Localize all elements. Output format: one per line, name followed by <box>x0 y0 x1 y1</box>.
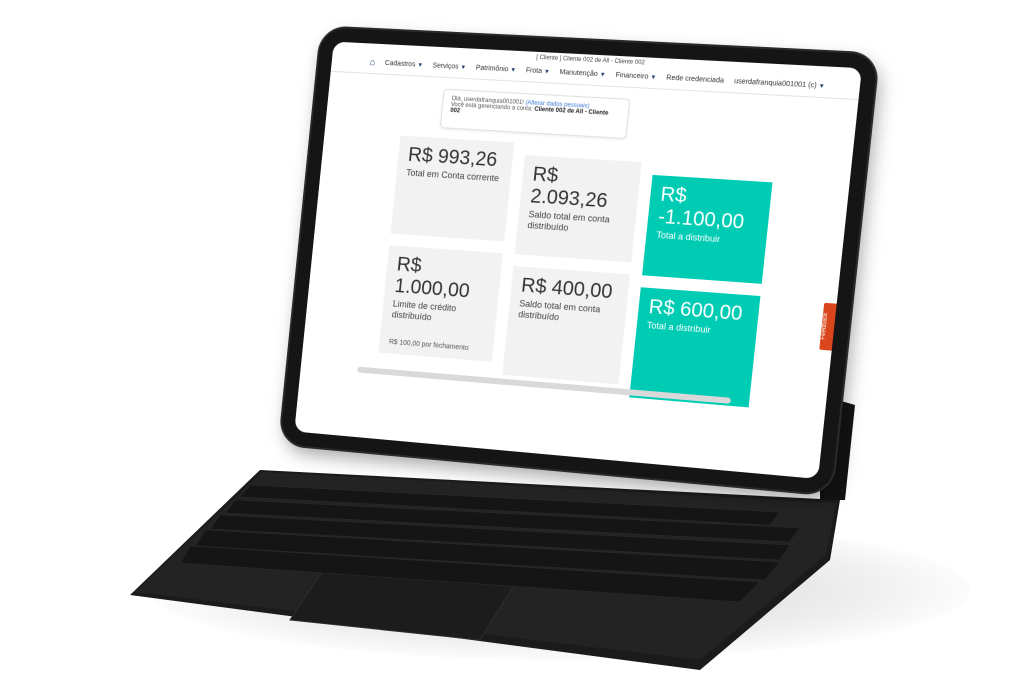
card-amount: R$ -1.100,00 <box>657 183 746 234</box>
card-amount: R$ 1.000,00 <box>393 253 471 303</box>
card-amount: R$ 993,26 <box>407 144 499 172</box>
menu-label: Patrimônio <box>475 64 509 74</box>
welcome-panel: Olá, userdafranquia001001! (Alterar dado… <box>439 88 631 139</box>
chevron-down-icon: ▼ <box>543 69 551 76</box>
chevron-down-icon: ▼ <box>509 67 517 74</box>
card-note: R$ 100,00 por fechamento <box>388 338 469 352</box>
menu-manutencao[interactable]: Manutenção▼ <box>559 69 606 78</box>
menu-frota[interactable]: Frota▼ <box>526 67 551 75</box>
chevron-down-icon: ▼ <box>599 72 606 79</box>
menu-label: Manutenção <box>559 69 599 79</box>
chevron-down-icon: ▼ <box>460 64 467 72</box>
card-saldo-distribuido-2: R$ 400,00 Saldo total em conta distribuí… <box>502 265 631 385</box>
chevron-down-icon: ▼ <box>649 74 657 82</box>
card-label: Saldo total em conta distribuído <box>527 209 611 233</box>
card-label: Limite de crédito distribuído <box>391 298 457 323</box>
menu-rede-credenciada[interactable]: Rede credenciada <box>666 75 724 85</box>
menu-financeiro[interactable]: Financeiro▼ <box>615 72 656 81</box>
user-menu[interactable]: userdafranquia001001 (c)▼ <box>734 78 826 90</box>
menu-label: Cadastros <box>384 59 416 69</box>
balance-cards: R$ 993,26 Total em Conta corrente R$ 2.0… <box>375 135 798 424</box>
card-label: Saldo total em conta distribuído <box>517 298 601 323</box>
tablet-screen: [ Cliente ] Cliente 002 de All - Cliente… <box>294 41 862 480</box>
menu-label: Frota <box>525 67 543 76</box>
menu-patrimonio[interactable]: Patrimônio▼ <box>475 65 516 74</box>
home-icon[interactable]: ⌂ <box>369 57 376 68</box>
menu-servicos[interactable]: Serviços▼ <box>432 62 466 71</box>
card-total-a-distribuir-2: R$ 600,00 Total a distribuir <box>629 287 761 408</box>
card-limite-credito: R$ 1.000,00 Limite de crédito distribuíd… <box>378 245 503 362</box>
product-mockup: [ Cliente ] Cliente 002 de All - Cliente… <box>0 0 1025 684</box>
chevron-down-icon: ▼ <box>416 62 424 69</box>
tablet: [ Cliente ] Cliente 002 de All - Cliente… <box>279 27 879 495</box>
card-amount: R$ 2.093,26 <box>529 163 609 213</box>
chevron-down-icon: ▼ <box>818 83 826 90</box>
card-conta-corrente: R$ 993,26 Total em Conta corrente <box>390 135 515 242</box>
card-total-a-distribuir: R$ -1.100,00 Total a distribuir <box>642 174 773 284</box>
menu-label: Financeiro <box>615 71 649 81</box>
menu-cadastros[interactable]: Cadastros▼ <box>385 60 424 69</box>
user-label: userdafranquia001001 (c) <box>733 78 817 90</box>
card-saldo-distribuido: R$ 2.093,26 Saldo total em conta distrib… <box>514 155 642 263</box>
menu-label: Rede credenciada <box>665 74 725 85</box>
menu-label: Serviços <box>432 62 459 71</box>
